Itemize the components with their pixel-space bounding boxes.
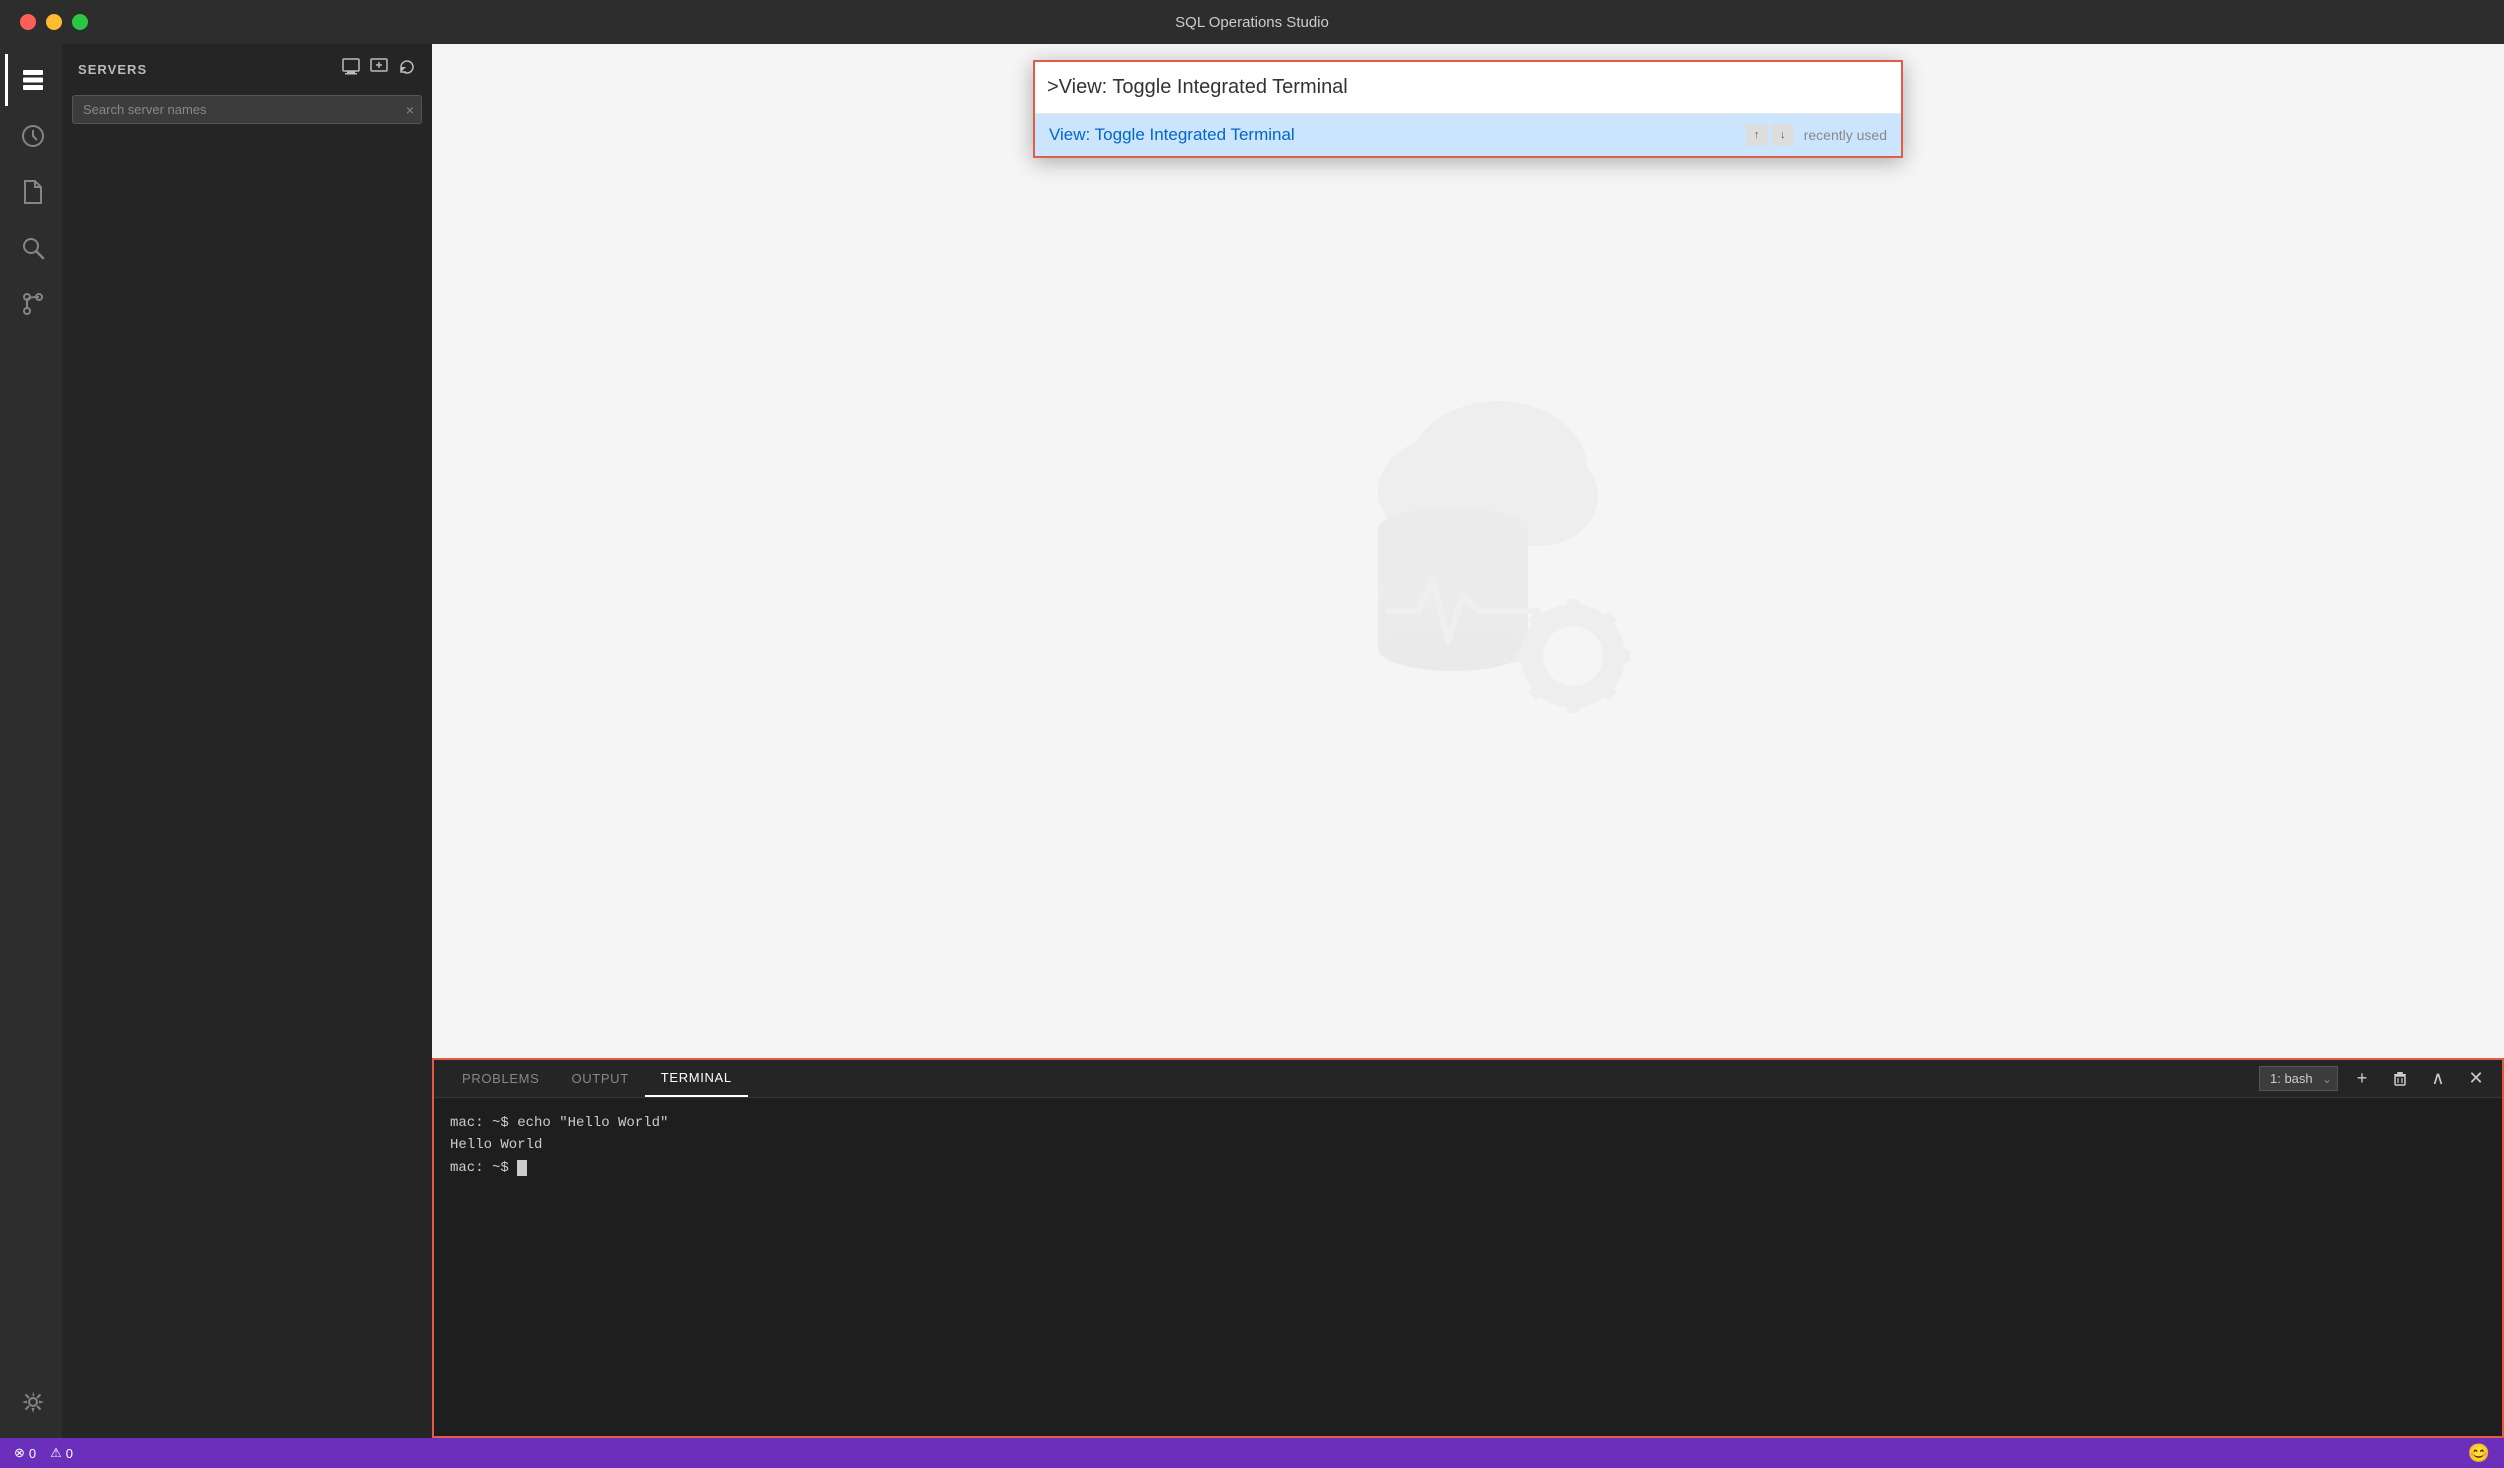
content-area: View: Toggle Integrated Terminal ↑ ↓ rec… xyxy=(432,44,2504,1438)
warning-icon: ⚠ xyxy=(50,1445,62,1461)
sidebar-item-git[interactable] xyxy=(5,278,57,330)
status-bar-right: 😊 xyxy=(2468,1443,2490,1464)
terminal-cursor xyxy=(517,1160,527,1176)
tab-output[interactable]: OUTPUT xyxy=(555,1061,644,1096)
terminal-line-1: mac: ~$ echo "Hello World" xyxy=(450,1112,2486,1134)
sidebar-item-servers[interactable] xyxy=(5,54,57,106)
nav-up-icon[interactable]: ↑ xyxy=(1746,124,1768,146)
warning-count: 0 xyxy=(66,1446,73,1461)
sidebar-item-history[interactable] xyxy=(5,110,57,162)
server-search: × xyxy=(72,95,422,124)
command-palette-input-wrapper xyxy=(1035,62,1901,114)
sidebar-header: SERVERS xyxy=(62,44,432,95)
status-bar: ⊗ 0 ⚠ 0 😊 xyxy=(0,1438,2504,1468)
close-button[interactable] xyxy=(20,14,36,30)
maximize-terminal-btn[interactable]: ∧ xyxy=(2424,1065,2452,1093)
terminal-body[interactable]: mac: ~$ echo "Hello World" Hello World m… xyxy=(434,1098,2502,1193)
terminal-panel: PROBLEMS OUTPUT TERMINAL 1: bash ⌄ + xyxy=(432,1058,2504,1438)
status-bar-left: ⊗ 0 ⚠ 0 xyxy=(14,1445,73,1461)
terminal-controls: 1: bash ⌄ + ∧ xyxy=(2259,1065,2490,1093)
nav-down-icon[interactable]: ↓ xyxy=(1772,124,1794,146)
editor-area xyxy=(432,44,2504,1058)
command-palette: View: Toggle Integrated Terminal ↑ ↓ rec… xyxy=(1033,60,1903,158)
new-connection-icon[interactable] xyxy=(342,58,360,81)
window-title: SQL Operations Studio xyxy=(1175,14,1329,31)
sidebar-item-files[interactable] xyxy=(5,166,57,218)
terminal-line-2: Hello World xyxy=(450,1134,2486,1156)
error-count: 0 xyxy=(29,1446,36,1461)
traffic-lights xyxy=(20,14,88,30)
close-terminal-btn[interactable]: ✕ xyxy=(2462,1065,2490,1093)
delete-terminal-btn[interactable] xyxy=(2386,1065,2414,1093)
smiley-icon[interactable]: 😊 xyxy=(2468,1443,2490,1463)
minimize-button[interactable] xyxy=(46,14,62,30)
main-layout: SERVERS xyxy=(0,44,2504,1438)
maximize-button[interactable] xyxy=(72,14,88,30)
command-palette-result-right: ↑ ↓ recently used xyxy=(1746,124,1887,146)
terminal-select-wrapper: 1: bash ⌄ xyxy=(2259,1066,2338,1091)
command-palette-nav: ↑ ↓ xyxy=(1746,124,1794,146)
error-status[interactable]: ⊗ 0 xyxy=(14,1445,36,1461)
add-terminal-btn[interactable]: + xyxy=(2348,1065,2376,1093)
command-palette-input[interactable] xyxy=(1047,62,1889,113)
activity-bar xyxy=(0,44,62,1438)
terminal-instance-select[interactable]: 1: bash xyxy=(2259,1066,2338,1091)
titlebar: SQL Operations Studio xyxy=(0,0,2504,44)
sidebar: SERVERS xyxy=(62,44,432,1438)
command-palette-result[interactable]: View: Toggle Integrated Terminal ↑ ↓ rec… xyxy=(1035,114,1901,156)
refresh-icon[interactable] xyxy=(398,58,416,81)
command-palette-result-text: View: Toggle Integrated Terminal xyxy=(1049,125,1295,145)
terminal-line-3: mac: ~$ xyxy=(450,1157,2486,1179)
search-clear-icon[interactable]: × xyxy=(406,102,414,118)
warning-status[interactable]: ⚠ 0 xyxy=(50,1445,73,1461)
search-input[interactable] xyxy=(72,95,422,124)
sidebar-title: SERVERS xyxy=(78,62,147,77)
result-tag: recently used xyxy=(1804,127,1887,143)
error-icon: ⊗ xyxy=(14,1445,25,1461)
tab-terminal[interactable]: TERMINAL xyxy=(645,1060,748,1097)
settings-icon[interactable] xyxy=(5,1376,57,1428)
app-logo xyxy=(1298,381,1638,721)
sidebar-header-actions xyxy=(342,58,416,81)
sidebar-item-search[interactable] xyxy=(5,222,57,274)
add-server-icon[interactable] xyxy=(370,58,388,81)
tab-problems[interactable]: PROBLEMS xyxy=(446,1061,555,1096)
terminal-tabs: PROBLEMS OUTPUT TERMINAL 1: bash ⌄ + xyxy=(434,1060,2502,1098)
